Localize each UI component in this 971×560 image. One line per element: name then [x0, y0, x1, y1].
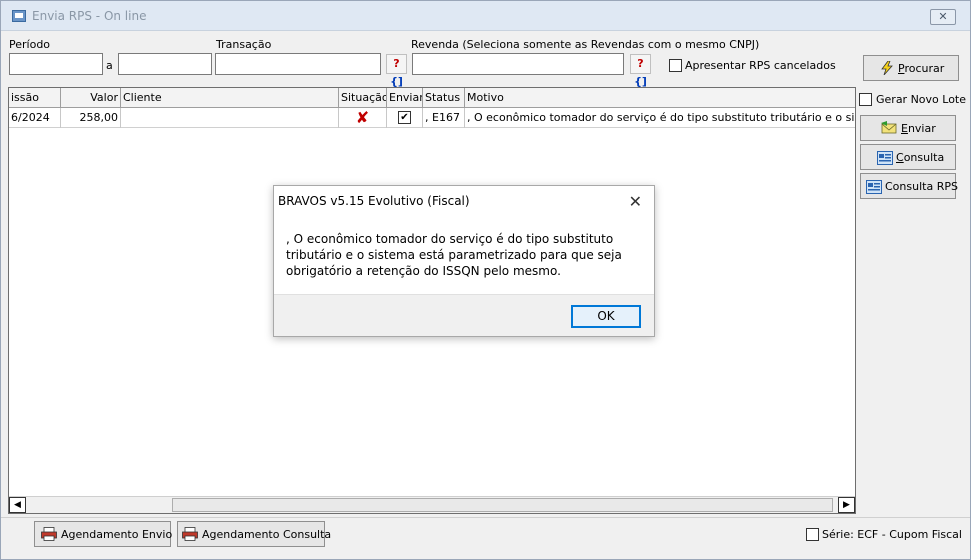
- consulta-rps-button[interactable]: Consulta RPS: [860, 173, 958, 199]
- consulta-rps-label: Consulta RPS: [885, 180, 958, 193]
- agendamento-envio-button[interactable]: Agendamento Envio: [34, 521, 173, 547]
- periodo-a-label: a: [106, 59, 113, 72]
- periodo-inicio-field[interactable]: [9, 53, 103, 75]
- main-window: Envia RPS - On line ✕ Período a Transaçã…: [0, 0, 971, 560]
- dialog-close-icon[interactable]: ✕: [629, 192, 642, 211]
- query-icon: [877, 151, 893, 165]
- agendamento-consulta-label: Agendamento Consulta: [202, 528, 332, 541]
- window-icon: [12, 10, 26, 22]
- enviar-checkbox[interactable]: ✔: [398, 111, 411, 124]
- revenda-label: Revenda (Seleciona somente as Revendas c…: [411, 38, 760, 51]
- lightning-icon: [881, 61, 893, 75]
- cancelados-label: Apresentar RPS cancelados: [685, 59, 836, 72]
- col-enviar[interactable]: Enviar: [387, 88, 423, 108]
- message-dialog: BRAVOS v5.15 Evolutivo (Fiscal) ✕ , O ec…: [273, 185, 655, 337]
- situacao-error-icon: ✘: [339, 108, 387, 128]
- serie-checkbox[interactable]: [806, 528, 819, 541]
- dialog-title: BRAVOS v5.15 Evolutivo (Fiscal): [278, 194, 470, 208]
- col-status[interactable]: Status: [423, 88, 465, 108]
- col-emissao[interactable]: issão: [9, 88, 61, 108]
- agendamento-envio-label: Agendamento Envio: [61, 528, 173, 541]
- transacao-label: Transação: [216, 38, 272, 51]
- query-icon: [866, 180, 882, 194]
- window-title: Envia RPS - On line: [32, 9, 147, 23]
- gerar-lote-checkbox[interactable]: [859, 93, 872, 106]
- cell-valor: 258,00: [61, 108, 121, 128]
- printer-icon: [182, 527, 198, 541]
- col-situacao[interactable]: Situação: [339, 88, 387, 108]
- cell-enviar: ✔: [387, 108, 423, 128]
- col-cliente[interactable]: Cliente: [121, 88, 339, 108]
- cell-cliente: [121, 108, 339, 128]
- periodo-label: Período: [9, 38, 51, 51]
- scrollbar-thumb[interactable]: [172, 498, 833, 512]
- window-close-button[interactable]: ✕: [930, 9, 956, 25]
- col-valor[interactable]: Valor: [61, 88, 121, 108]
- enviar-button[interactable]: Enviar: [860, 115, 956, 141]
- table-row[interactable]: 6/2024 258,00 ✘ ✔ , E167 , O econômico t…: [9, 108, 855, 128]
- procurar-button[interactable]: Procurar: [863, 55, 959, 81]
- lookup-question-icon: ?: [637, 57, 644, 70]
- lookup-question-icon: ?: [393, 57, 400, 70]
- col-motivo[interactable]: Motivo: [465, 88, 855, 108]
- consulta-button[interactable]: Consulta: [860, 144, 956, 170]
- horizontal-scrollbar[interactable]: ◀ ▶: [9, 496, 855, 513]
- footer-divider: [1, 517, 970, 518]
- consulta-label: Consulta: [896, 151, 945, 164]
- cell-emissao: 6/2024: [9, 108, 61, 128]
- revenda-lookup-button[interactable]: ?{]: [630, 54, 651, 88]
- gerar-lote-label: Gerar Novo Lote: [876, 93, 967, 106]
- send-icon: [881, 121, 897, 134]
- ok-button[interactable]: OK: [571, 305, 641, 328]
- cancelados-checkbox[interactable]: [669, 59, 682, 72]
- dialog-footer: OK: [274, 294, 654, 336]
- cell-status: , E167: [423, 108, 465, 128]
- printer-icon: [41, 527, 57, 541]
- grid-header: issão Valor Cliente Situação Enviar Stat…: [9, 88, 855, 108]
- dialog-message: , O econômico tomador do serviço é do ti…: [286, 232, 622, 278]
- revenda-field[interactable]: [412, 53, 624, 75]
- procurar-label: Procurar: [898, 62, 945, 75]
- arrow-right-icon[interactable]: ▶: [838, 497, 855, 513]
- title-bar: Envia RPS - On line ✕: [1, 1, 970, 31]
- cell-motivo: , O econômico tomador do serviço é do ti…: [467, 111, 855, 124]
- agendamento-consulta-button[interactable]: Agendamento Consulta: [177, 521, 331, 547]
- periodo-fim-field[interactable]: [118, 53, 212, 75]
- transacao-field[interactable]: [215, 53, 381, 75]
- enviar-label: Enviar: [901, 122, 936, 135]
- serie-label: Série: ECF - Cupom Fiscal: [822, 528, 962, 541]
- transacao-lookup-button[interactable]: ?{]: [386, 54, 407, 88]
- arrow-left-icon[interactable]: ◀: [9, 497, 26, 513]
